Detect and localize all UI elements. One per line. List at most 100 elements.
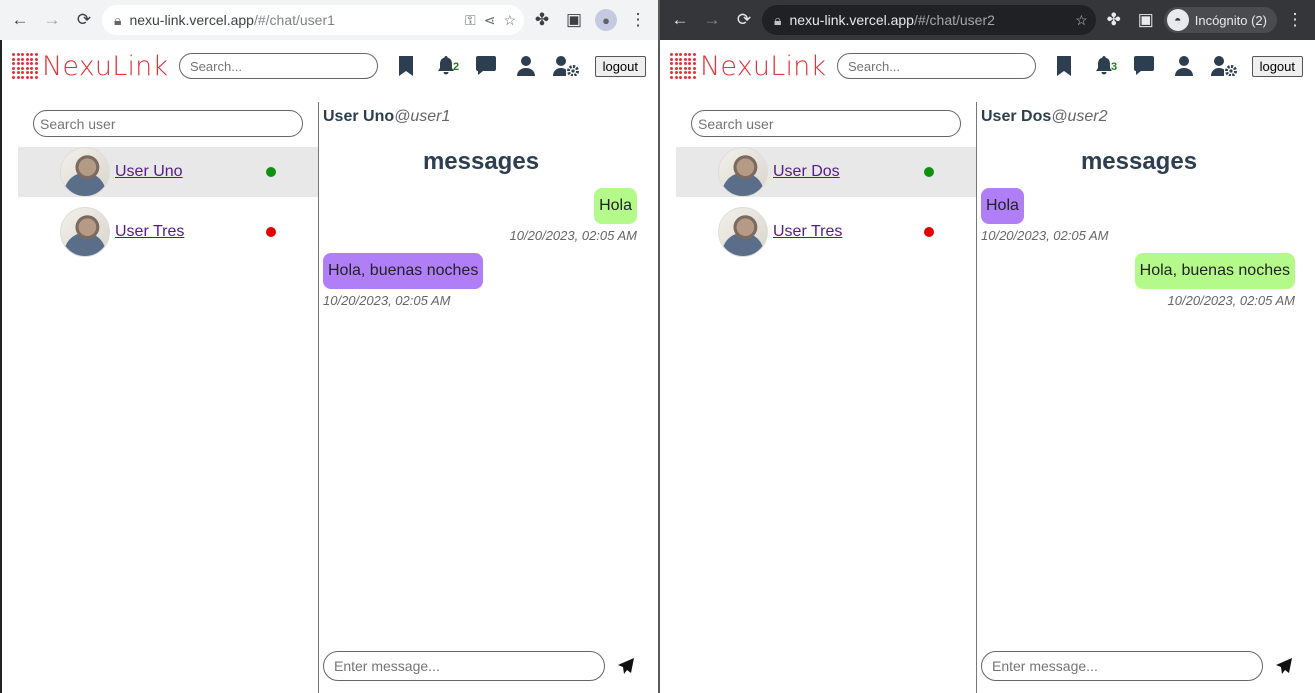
message-timestamp: 10/20/2023, 02:05 AM: [1167, 293, 1295, 308]
message-bubble: Hola: [981, 188, 1024, 224]
user-link[interactable]: User Tres: [773, 223, 842, 241]
bell-icon[interactable]: 2: [426, 51, 466, 81]
user-link[interactable]: User Uno: [115, 163, 183, 181]
nav-search-input[interactable]: [179, 53, 378, 79]
url-host: nexu-link.vercel.app: [129, 12, 254, 28]
share-icon[interactable]: ⋖: [484, 12, 496, 29]
side-panel-icon[interactable]: ▣: [560, 6, 588, 34]
logo-mark-icon: [12, 53, 38, 79]
star-icon[interactable]: ☆: [1075, 12, 1088, 29]
user-sidebar: User Dos User Tres: [676, 102, 976, 267]
message-input[interactable]: [323, 651, 605, 681]
browser-window-left: ← → ⟳ 🔒︎ nexu-link.vercel.app/#/chat/use…: [0, 0, 658, 693]
logo-text: NexuLink: [42, 50, 169, 82]
send-icon[interactable]: [615, 655, 637, 677]
avatar: [718, 147, 768, 197]
reload-icon[interactable]: ⟳: [730, 6, 758, 34]
logout-button[interactable]: logout: [594, 55, 646, 77]
nav-search-input[interactable]: [837, 53, 1036, 79]
user-settings-icon[interactable]: [546, 51, 586, 81]
send-icon[interactable]: [1273, 655, 1295, 677]
menu-icon[interactable]: ⋮: [624, 6, 652, 34]
user-list-item[interactable]: User Tres: [676, 207, 976, 257]
message-list: Hola 10/20/2023, 02:05 AM Hola, buenas n…: [319, 188, 643, 308]
message-item: Hola 10/20/2023, 02:05 AM: [981, 188, 1295, 243]
chat-icon[interactable]: [1124, 51, 1164, 81]
notification-count: 3: [1111, 61, 1118, 73]
extensions-icon[interactable]: ✤: [1100, 6, 1128, 34]
forward-icon[interactable]: →: [38, 6, 66, 34]
chat-panel: User Uno@user1 messages Hola 10/20/2023,…: [318, 102, 643, 693]
message-timestamp: 10/20/2023, 02:05 AM: [323, 293, 451, 308]
user-list-item[interactable]: User Tres: [18, 207, 318, 257]
back-icon[interactable]: ←: [6, 6, 34, 34]
user-link[interactable]: User Tres: [115, 223, 184, 241]
bookmark-icon[interactable]: [1044, 51, 1084, 81]
logo-text: NexuLink: [700, 50, 827, 82]
message-composer: [323, 651, 637, 681]
message-item: Hola, buenas noches 10/20/2023, 02:05 AM: [981, 253, 1295, 308]
notification-count: 2: [453, 61, 460, 73]
offline-status-icon: [924, 227, 934, 237]
chat-title: messages: [1080, 148, 1198, 175]
message-bubble: Hola: [594, 188, 637, 224]
menu-icon[interactable]: ⋮: [1281, 6, 1309, 34]
user-list-item[interactable]: User Dos: [676, 147, 976, 197]
reload-icon[interactable]: ⟳: [70, 6, 98, 34]
online-status-icon: [266, 167, 276, 177]
navbar: NexuLink 2 logout: [2, 40, 658, 92]
message-timestamp: 10/20/2023, 02:05 AM: [981, 228, 1109, 243]
incognito-label: Incógnito (2): [1194, 12, 1267, 28]
user-icon[interactable]: [1164, 51, 1204, 81]
message-timestamp: 10/20/2023, 02:05 AM: [509, 228, 637, 243]
message-item: Hola, buenas noches 10/20/2023, 02:05 AM: [323, 253, 637, 308]
chat-user-name: User Uno: [323, 108, 395, 125]
message-composer: [981, 651, 1295, 681]
url-path: /#/chat/user2: [913, 12, 995, 28]
address-bar[interactable]: 🔒︎ nexu-link.vercel.app/#/chat/user1 ⚿ ⋖…: [102, 5, 524, 35]
address-bar[interactable]: 🔒︎ nexu-link.vercel.app/#/chat/user2 ☆: [762, 5, 1096, 35]
key-icon[interactable]: ⚿: [465, 12, 476, 29]
bookmark-icon[interactable]: [386, 51, 426, 81]
offline-status-icon: [266, 227, 276, 237]
app-left: NexuLink 2 logout User Uno: [0, 40, 658, 693]
online-status-icon: [924, 167, 934, 177]
search-user-input[interactable]: [33, 110, 303, 137]
incognito-badge[interactable]: ◓ Incógnito (2): [1163, 7, 1277, 33]
url-path: /#/chat/user1: [253, 12, 335, 28]
chat-title: messages: [422, 148, 540, 175]
chat-header: User Uno@user1: [319, 102, 643, 132]
logout-button[interactable]: logout: [1251, 55, 1303, 77]
chat-icon[interactable]: [466, 51, 506, 81]
message-input[interactable]: [981, 651, 1263, 681]
logo[interactable]: NexuLink: [12, 51, 172, 82]
user-sidebar: User Uno User Tres: [18, 102, 318, 267]
user-settings-icon[interactable]: [1204, 51, 1244, 81]
star-icon[interactable]: ☆: [503, 12, 516, 29]
back-icon[interactable]: ←: [666, 6, 694, 34]
message-item: Hola 10/20/2023, 02:05 AM: [323, 188, 637, 243]
message-list: Hola 10/20/2023, 02:05 AM Hola, buenas n…: [977, 188, 1301, 308]
chat-header: User Dos@user2: [977, 102, 1301, 132]
user-icon[interactable]: [506, 51, 546, 81]
user-list-item[interactable]: User Uno: [18, 147, 318, 197]
extensions-icon[interactable]: ✤: [528, 6, 556, 34]
profile-icon: ●: [595, 9, 617, 31]
user-link[interactable]: User Dos: [773, 163, 840, 181]
chat-user-handle: @user1: [394, 108, 451, 125]
avatar: [718, 207, 768, 257]
browser-toolbar: ← → ⟳ 🔒︎ nexu-link.vercel.app/#/chat/use…: [660, 0, 1315, 40]
browser-toolbar: ← → ⟳ 🔒︎ nexu-link.vercel.app/#/chat/use…: [0, 0, 658, 40]
profile-button[interactable]: ●: [592, 6, 620, 34]
browser-window-right: ← → ⟳ 🔒︎ nexu-link.vercel.app/#/chat/use…: [660, 0, 1315, 693]
search-user-input[interactable]: [691, 110, 961, 137]
url-host: nexu-link.vercel.app: [789, 12, 914, 28]
logo[interactable]: NexuLink: [670, 51, 830, 82]
side-panel-icon[interactable]: ▣: [1132, 6, 1160, 34]
forward-icon[interactable]: →: [698, 6, 726, 34]
bell-icon[interactable]: 3: [1084, 51, 1124, 81]
lock-icon: 🔒︎: [774, 11, 782, 28]
chat-panel: User Dos@user2 messages Hola 10/20/2023,…: [976, 102, 1301, 693]
logo-mark-icon: [670, 53, 696, 79]
message-bubble: Hola, buenas noches: [323, 253, 484, 289]
